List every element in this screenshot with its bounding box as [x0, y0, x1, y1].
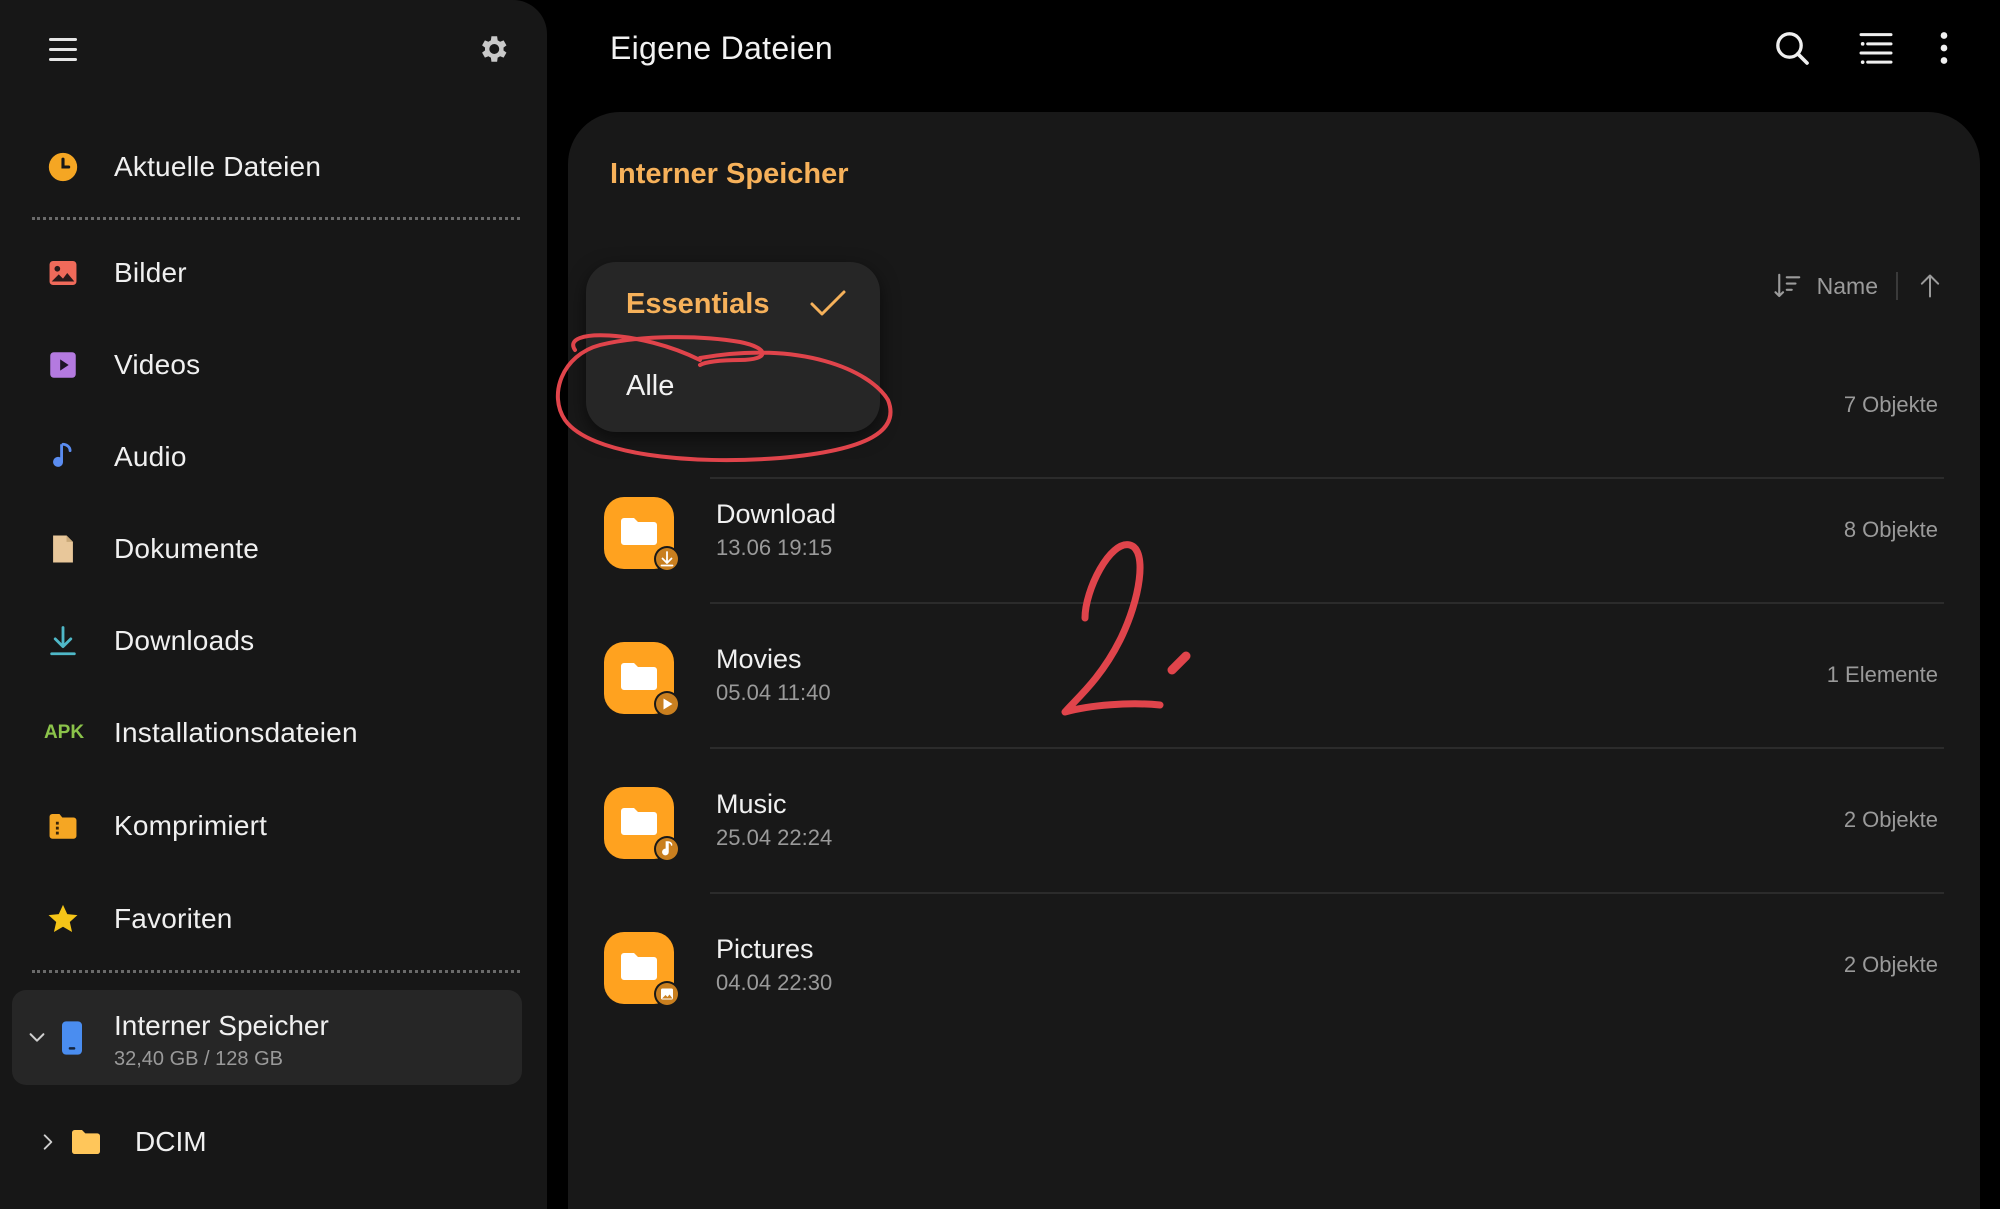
- sidebar-item-downloads[interactable]: Downloads: [0, 601, 547, 681]
- filter-dropdown: Essentials Alle: [586, 262, 880, 432]
- sidebar-item-label: Favoriten: [114, 903, 233, 934]
- folder-icon: [604, 787, 680, 862]
- folder-date: 04.04 22:30: [716, 970, 833, 995]
- chevron-down-icon[interactable]: [26, 1026, 48, 1048]
- sidebar-item-dcim[interactable]: DCIM: [0, 1102, 547, 1182]
- sidebar-item-compressed[interactable]: Komprimiert: [0, 786, 547, 866]
- music-note-icon: [53, 442, 72, 467]
- item-count: 2 Objekte: [1843, 952, 1938, 977]
- list-item[interactable]: Download 13.06 19:15 8 Objekte: [568, 459, 1980, 604]
- archive-icon: [49, 813, 77, 839]
- sort-icon[interactable]: [1773, 271, 1803, 301]
- folder-date: 05.04 11:40: [716, 680, 831, 705]
- folder-name: Download: [716, 499, 837, 529]
- sidebar-item-label: Aktuelle Dateien: [114, 151, 322, 182]
- clock-icon: [48, 152, 78, 182]
- folder-name: Pictures: [716, 934, 814, 964]
- chevron-right-icon[interactable]: [38, 1130, 58, 1154]
- filter-option-label: Alle: [626, 370, 675, 402]
- apk-icon: APK: [43, 722, 85, 743]
- breadcrumb[interactable]: Interner Speicher: [610, 158, 849, 191]
- filter-list-icon[interactable]: [1856, 28, 1896, 68]
- video-icon: [50, 352, 76, 378]
- sidebar-item-favorites[interactable]: Favoriten: [0, 879, 547, 959]
- arrow-up-icon[interactable]: [1916, 271, 1944, 301]
- image-icon: [49, 260, 77, 286]
- sidebar-item-internal-storage[interactable]: Interner Speicher 32,40 GB / 128 GB: [12, 990, 522, 1085]
- sidebar-item-images[interactable]: Bilder: [0, 233, 547, 313]
- sidebar-item-label: Komprimiert: [114, 810, 268, 841]
- sidebar-item-label: Audio: [114, 441, 187, 472]
- sidebar-item-label: Videos: [114, 349, 201, 380]
- folder-icon: [604, 932, 680, 1007]
- item-count: 2 Objekte: [1843, 807, 1938, 832]
- divider: [32, 970, 520, 973]
- folder-date: 13.06 19:15: [716, 535, 833, 560]
- filter-option-all[interactable]: Alle: [586, 348, 880, 432]
- more-vert-icon[interactable]: [1924, 28, 1964, 68]
- folder-icon: [72, 1130, 100, 1154]
- list-item[interactable]: Pictures 04.04 22:30 2 Objekte: [568, 894, 1980, 1039]
- item-count: 1 Elemente: [1826, 662, 1938, 687]
- sidebar-item-documents[interactable]: Dokumente: [0, 509, 547, 589]
- sidebar-item-label: Bilder: [114, 257, 187, 288]
- star-icon: [48, 904, 78, 933]
- storage-title: Interner Speicher: [114, 1010, 329, 1041]
- divider: [1896, 272, 1898, 300]
- folder-icon: [604, 642, 680, 717]
- sidebar-item-audio[interactable]: Audio: [0, 417, 547, 497]
- sidebar-item-label: Dokumente: [114, 533, 259, 564]
- search-icon[interactable]: [1772, 28, 1812, 68]
- navigation-drawer: Aktuelle Dateien Bilder Videos Audio Dok…: [0, 0, 547, 1209]
- menu-icon[interactable]: [49, 34, 79, 64]
- page-title: Eigene Dateien: [610, 30, 834, 66]
- check-icon: [810, 290, 846, 316]
- divider: [32, 217, 520, 220]
- folder-name: Music: [716, 789, 787, 819]
- sidebar-item-label: Downloads: [114, 625, 255, 656]
- item-count: 7 Objekte: [1843, 392, 1938, 417]
- gear-icon[interactable]: [476, 32, 510, 66]
- filter-option-selected[interactable]: Essentials: [586, 262, 880, 348]
- filter-option-label: Essentials: [626, 288, 770, 320]
- storage-usage: 32,40 GB / 128 GB: [114, 1048, 283, 1070]
- sidebar-item-recent-files[interactable]: Aktuelle Dateien: [0, 127, 547, 207]
- drawer-header: [0, 0, 547, 100]
- folder-name: Movies: [716, 644, 802, 674]
- document-icon: [53, 535, 73, 563]
- list-item[interactable]: Music 25.04 22:24 2 Objekte: [568, 749, 1980, 894]
- download-icon: [50, 626, 76, 656]
- sidebar-item-label: Installationsdateien: [114, 717, 358, 748]
- sidebar-item-label: DCIM: [135, 1126, 207, 1157]
- sidebar-item-installation-files[interactable]: APK Installationsdateien: [0, 693, 547, 773]
- sort-bar: Name: [1773, 266, 1944, 306]
- folder-icon: [604, 497, 680, 572]
- sort-field-label[interactable]: Name: [1817, 273, 1878, 300]
- phone-icon: [62, 1021, 82, 1055]
- sidebar-item-videos[interactable]: Videos: [0, 325, 547, 405]
- folder-date: 25.04 22:24: [716, 825, 833, 850]
- item-count: 8 Objekte: [1843, 517, 1938, 542]
- list-item[interactable]: Movies 05.04 11:40 1 Elemente: [568, 604, 1980, 749]
